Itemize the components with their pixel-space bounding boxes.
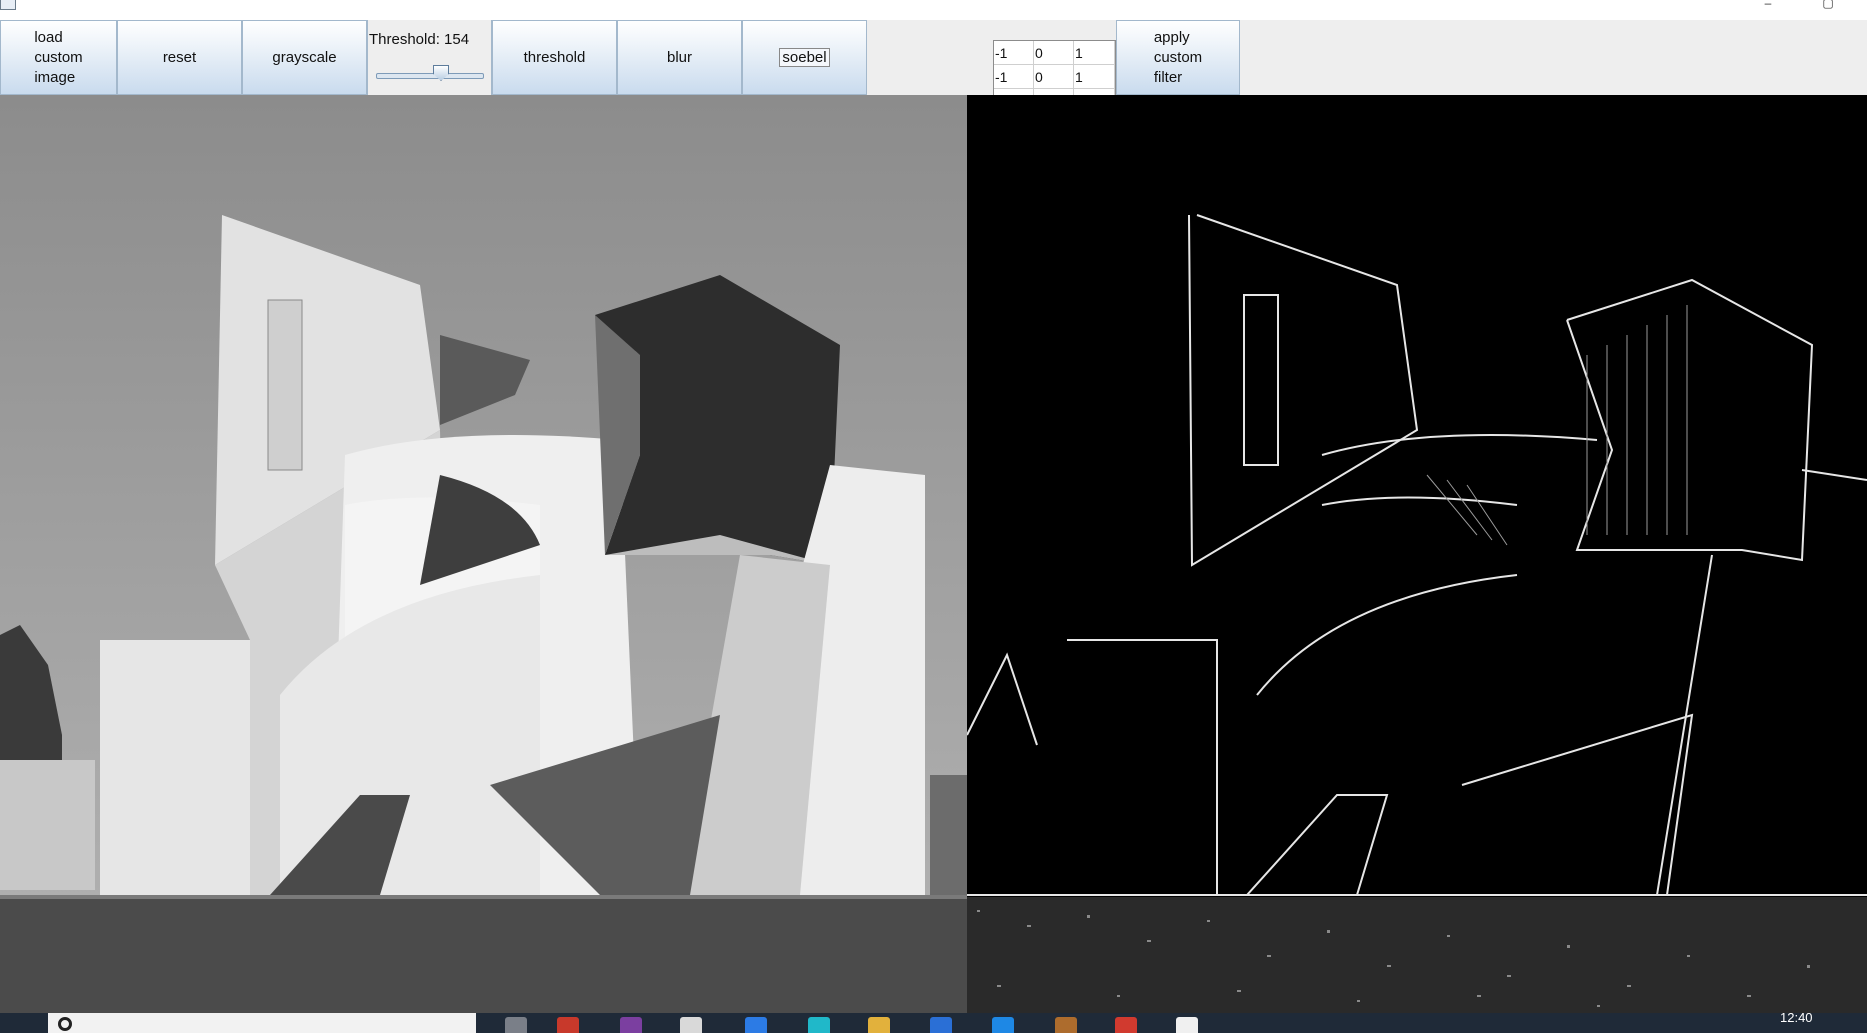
threshold-button[interactable]: threshold — [492, 20, 617, 95]
taskbar-app-icon[interactable] — [1055, 1017, 1077, 1033]
grayscale-label: grayscale — [272, 49, 337, 66]
source-image-pane — [0, 95, 967, 1013]
soebel-label: soebel — [779, 48, 830, 67]
maximize-icon[interactable]: ▢ — [1818, 0, 1838, 10]
title-bar: – ▢ — [0, 0, 1867, 20]
grayscale-button[interactable]: grayscale — [242, 20, 367, 95]
taskbar-app-icon[interactable] — [745, 1017, 767, 1033]
reset-label: reset — [162, 49, 197, 66]
taskbar-app-icon[interactable] — [868, 1017, 890, 1033]
taskbar-search-box[interactable] — [48, 1013, 476, 1033]
kernel-cell[interactable]: 1 — [1074, 65, 1115, 89]
reset-button[interactable]: reset — [117, 20, 242, 95]
minimize-icon[interactable]: – — [1758, 0, 1778, 10]
app-icon — [0, 0, 16, 10]
taskbar-app-icon[interactable] — [1176, 1017, 1198, 1033]
taskbar-app-icon[interactable] — [1115, 1017, 1137, 1033]
taskbar-app-icon[interactable] — [557, 1017, 579, 1033]
apply-custom-filter-button[interactable]: apply custom filter — [1116, 20, 1240, 95]
threshold-slider-panel: Threshold: 154 — [367, 20, 492, 95]
kernel-cell[interactable]: -1 — [994, 65, 1034, 89]
threshold-caption: Threshold: 154 — [369, 31, 470, 48]
kernel-cell[interactable]: 0 — [1034, 65, 1074, 89]
blur-label: blur — [666, 49, 692, 66]
taskbar-app-icon[interactable] — [992, 1017, 1014, 1033]
blur-button[interactable]: blur — [617, 20, 742, 95]
threshold-slider-track[interactable] — [376, 73, 484, 79]
load-custom-image-label: load custom image — [34, 28, 83, 86]
apply-custom-filter-label: apply custom filter — [1153, 28, 1203, 86]
taskbar-app-icon[interactable] — [808, 1017, 830, 1033]
grayscale-building-image — [0, 95, 967, 1013]
load-custom-image-button[interactable]: load custom image — [0, 20, 117, 95]
taskbar-app-icon[interactable] — [680, 1017, 702, 1033]
taskbar-app-icon[interactable] — [505, 1017, 527, 1033]
taskbar-clock[interactable]: 12:40 — [1780, 1010, 1813, 1025]
kernel-cell[interactable]: 1 — [1074, 41, 1115, 65]
taskbar: 12:40 — [0, 1010, 1867, 1033]
kernel-cell[interactable]: -1 — [994, 41, 1034, 65]
taskbar-app-icon[interactable] — [620, 1017, 642, 1033]
search-icon — [58, 1017, 72, 1031]
kernel-cell[interactable]: 0 — [1034, 41, 1074, 65]
soebel-button[interactable]: soebel — [742, 20, 867, 95]
taskbar-app-icon[interactable] — [930, 1017, 952, 1033]
sobel-edge-image — [967, 95, 1867, 1013]
threshold-label: threshold — [523, 49, 586, 66]
filtered-image-pane — [967, 95, 1867, 1013]
toolbar: load custom image reset grayscale Thresh… — [0, 20, 1867, 115]
